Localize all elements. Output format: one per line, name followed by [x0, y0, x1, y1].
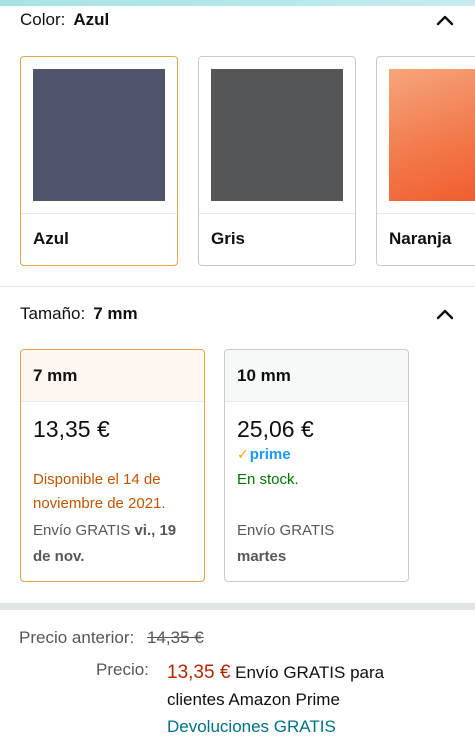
color-header[interactable]: Color: Azul [20, 10, 455, 30]
color-swatch-row: Azul Gris Naranja [20, 56, 475, 266]
chevron-up-icon[interactable] [435, 10, 455, 30]
availability-text: Disponible el 14 de noviembre de 2021. [33, 471, 166, 512]
size-option-10mm[interactable]: 10 mm 25,06 € ✓ prime En stock. Envío GR… [224, 349, 409, 582]
section-divider [0, 603, 475, 610]
current-price: 13,35 € [167, 662, 231, 683]
chevron-up-icon[interactable] [435, 304, 455, 324]
size-option-label: 10 mm [225, 350, 408, 402]
size-selected-value: 7 mm [93, 304, 138, 323]
previous-price-row: Precio anterior: 14,35 € [19, 628, 204, 648]
prime-badge: ✓ prime [237, 446, 291, 463]
size-label: Tamaño: [20, 304, 86, 323]
swatch-label: Naranja [389, 229, 452, 248]
size-header[interactable]: Tamaño: 7 mm [20, 304, 455, 324]
section-divider [0, 286, 475, 287]
swatch-label: Gris [211, 229, 246, 248]
price-details: 13,35 € Envío GRATIS para clientes Amazo… [167, 659, 384, 740]
free-returns-link[interactable]: Devoluciones GRATIS [167, 713, 384, 740]
swatch-color-chip [33, 69, 165, 201]
top-strip [0, 0, 475, 6]
prime-check-icon: ✓ [237, 446, 249, 462]
size-option-7mm[interactable]: 7 mm 13,35 € Disponible el 14 de noviemb… [20, 349, 205, 582]
swatch-color-chip [389, 69, 475, 201]
swatch-azul[interactable]: Azul [20, 56, 178, 266]
availability-text: En stock. [237, 471, 299, 488]
shipping-text: Envío GRATIS martes [237, 522, 335, 565]
price-label: Precio: [96, 660, 149, 679]
previous-price-label: Precio anterior: [19, 628, 135, 647]
size-option-price: 13,35 € [33, 416, 110, 442]
swatch-gris[interactable]: Gris [198, 56, 356, 266]
shipping-text: Envío GRATIS vi., 19 de nov. [33, 522, 177, 565]
previous-price-value: 14,35 € [147, 628, 204, 647]
swatch-naranja[interactable]: Naranja [376, 56, 475, 266]
swatch-color-chip [211, 69, 343, 201]
swatch-label: Azul [33, 229, 69, 248]
color-label: Color: [20, 10, 66, 29]
size-option-label: 7 mm [21, 350, 204, 402]
size-option-price: 25,06 € [237, 416, 314, 442]
color-selected-value: Azul [73, 10, 110, 29]
